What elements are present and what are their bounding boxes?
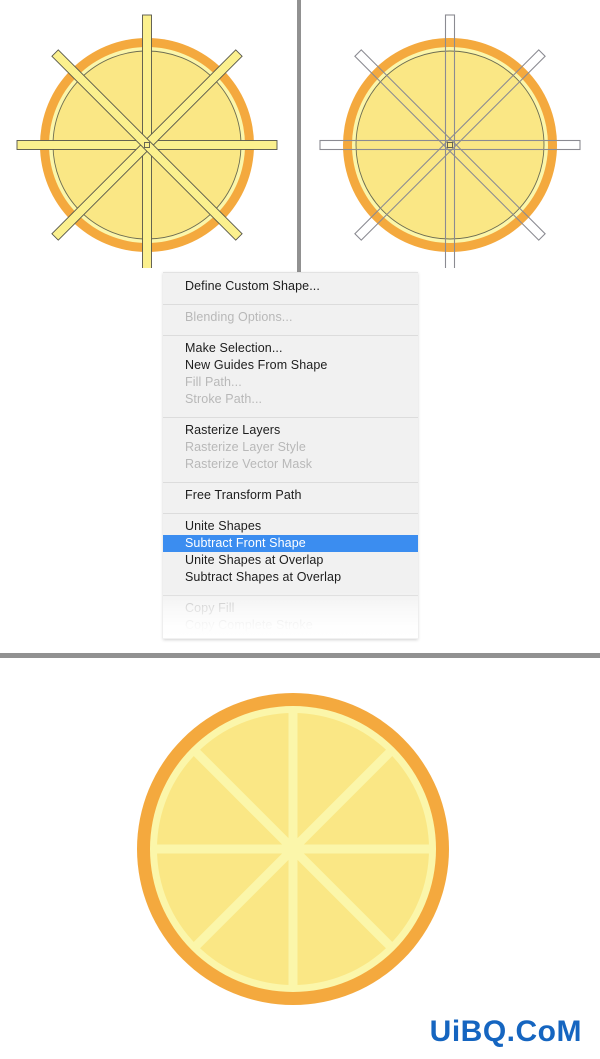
menu-item-make-selection[interactable]: Make Selection... xyxy=(163,340,418,357)
menu-item-define-custom-shape[interactable]: Define Custom Shape... xyxy=(163,278,418,295)
menu-item-unite-shapes-at-overlap[interactable]: Unite Shapes at Overlap xyxy=(163,552,418,569)
flesh-circle xyxy=(355,50,545,240)
menu-item-new-guides-from-shape[interactable]: New Guides From Shape xyxy=(163,357,418,374)
menu-separator xyxy=(163,513,418,514)
illustration-stage: Define Custom Shape... Blending Options.… xyxy=(0,0,600,658)
menu-separator xyxy=(163,417,418,418)
menu-item-stroke-path: Stroke Path... xyxy=(185,392,263,406)
result-segment-group xyxy=(152,708,434,990)
menu-spacer xyxy=(163,408,418,413)
menu-item-rasterize-vector-mask: Rasterize Vector Mask xyxy=(185,457,313,471)
menu-spacer xyxy=(163,586,418,591)
vertical-divider xyxy=(297,0,301,272)
result-segment-dividers xyxy=(152,708,434,990)
citrus-slice-result-illustration xyxy=(137,693,449,1005)
citrus-filled-spokes-illustration xyxy=(16,14,278,268)
menu-spacer xyxy=(163,326,418,331)
menu-item-free-transform-path[interactable]: Free Transform Path xyxy=(163,487,418,504)
site-watermark: UiBQ.CoM xyxy=(429,1015,582,1048)
menu-item-subtract-front-shape[interactable]: Subtract Front Shape xyxy=(163,535,418,552)
menu-bottom-padding xyxy=(163,634,418,639)
menu-separator xyxy=(163,335,418,336)
artwork-panel-right xyxy=(300,0,600,268)
artwork-panel-left xyxy=(0,0,298,268)
menu-item-fill-path: Fill Path... xyxy=(185,375,242,389)
menu-separator xyxy=(163,595,418,596)
menu-item-copy-fill: Copy Fill xyxy=(185,601,235,615)
spoke-shape-group xyxy=(16,14,278,268)
menu-spacer xyxy=(163,504,418,509)
horizontal-divider xyxy=(0,653,600,658)
menu-item-rasterize-layers[interactable]: Rasterize Layers xyxy=(163,422,418,439)
context-menu[interactable]: Define Custom Shape... Blending Options.… xyxy=(163,272,418,639)
menu-item-unite-shapes[interactable]: Unite Shapes xyxy=(163,518,418,535)
menu-item-rasterize-layer-style: Rasterize Layer Style xyxy=(185,440,306,454)
menu-separator xyxy=(163,304,418,305)
menu-item-blending-options: Blending Options... xyxy=(185,310,293,324)
citrus-outlined-spokes-illustration xyxy=(319,14,581,268)
menu-spacer xyxy=(163,295,418,300)
menu-spacer xyxy=(163,473,418,478)
menu-separator xyxy=(163,482,418,483)
menu-item-copy-complete-stroke: Copy Complete Stroke xyxy=(185,618,313,632)
menu-item-subtract-shapes-at-overlap[interactable]: Subtract Shapes at Overlap xyxy=(163,569,418,586)
